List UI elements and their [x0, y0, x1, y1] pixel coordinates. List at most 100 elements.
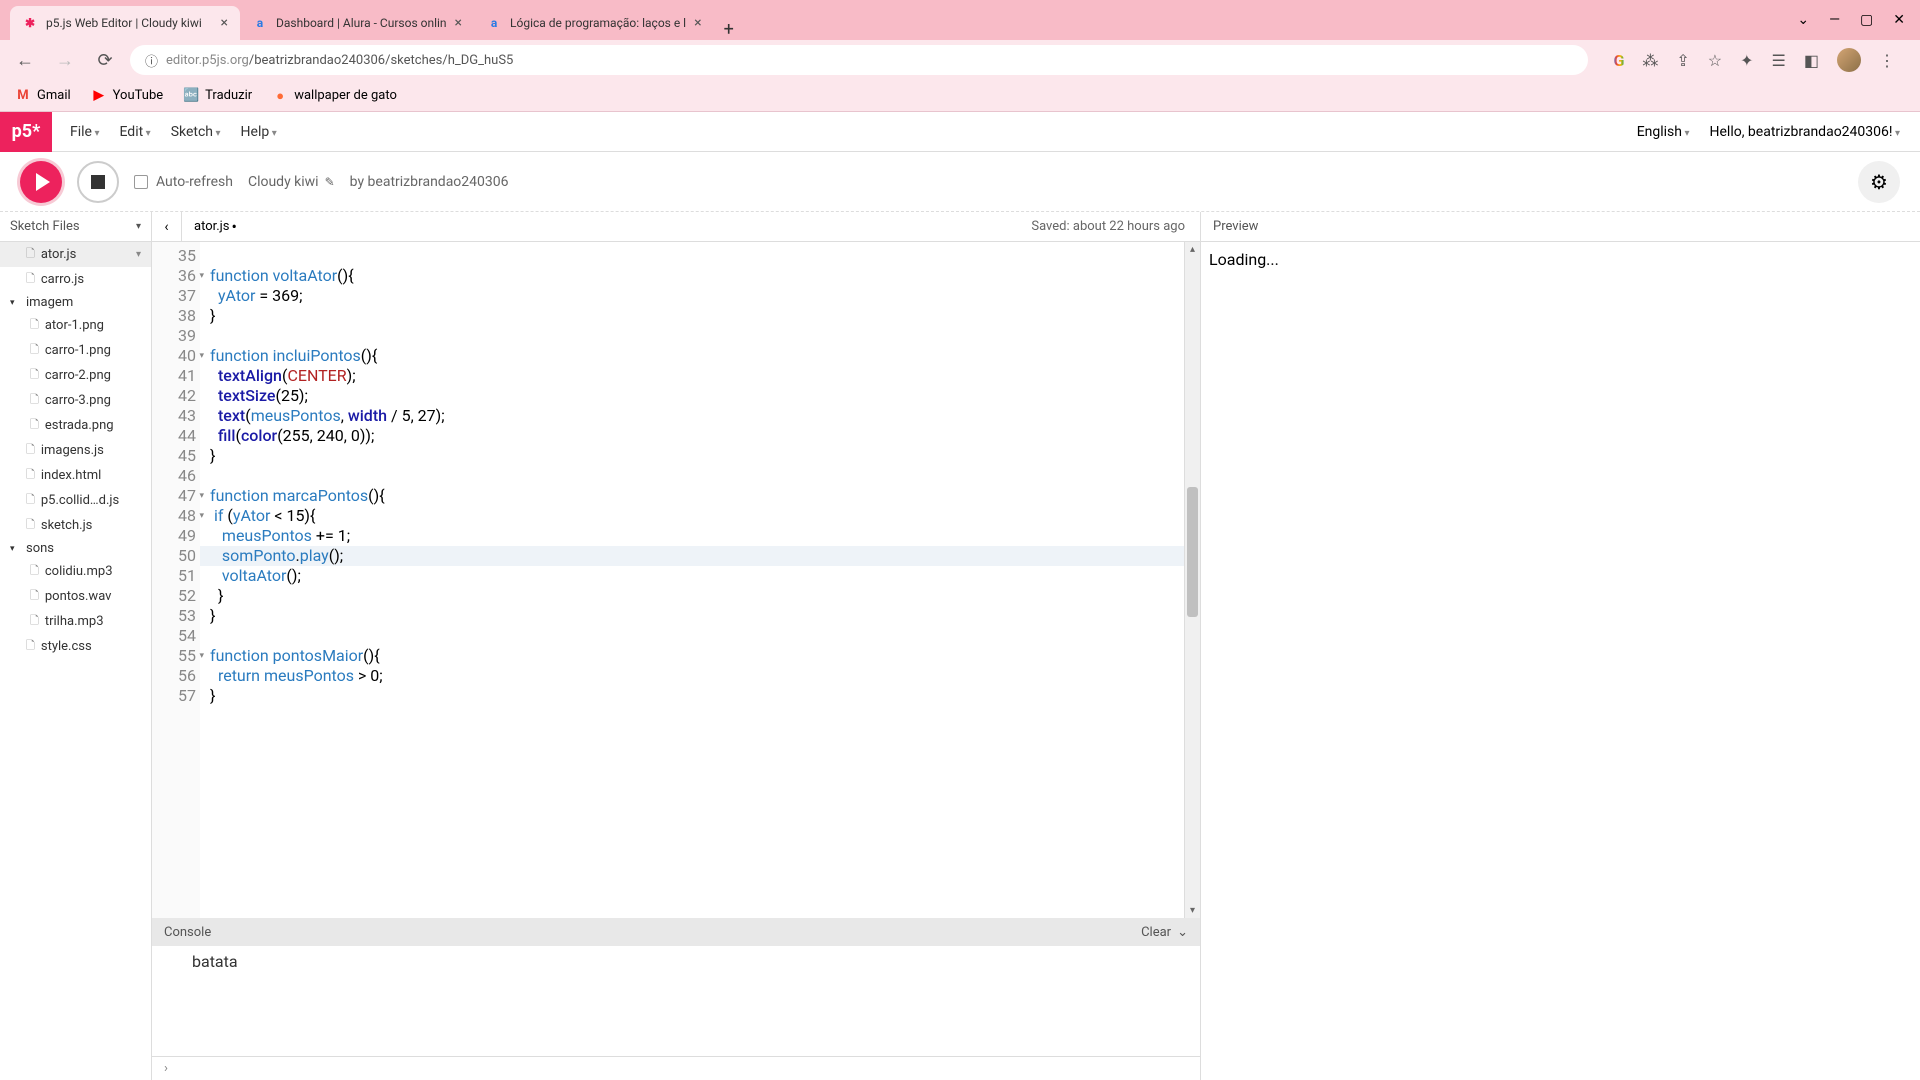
side-panel-icon[interactable]: ◧ — [1804, 51, 1819, 70]
new-tab-button[interactable]: + — [714, 19, 744, 40]
code-line[interactable]: return meusPontos > 0; — [210, 666, 1184, 686]
menu-icon[interactable]: ⋮ — [1879, 51, 1895, 70]
gear-icon[interactable]: ⚙ — [1858, 161, 1900, 203]
menu-edit[interactable]: Edit — [113, 116, 156, 148]
file-item[interactable]: 🗋colidiu.mp3 — [0, 559, 151, 584]
browser-tab[interactable]: aDashboard | Alura - Cursos onlin× — [240, 6, 474, 40]
checkbox-icon[interactable] — [134, 175, 148, 189]
code-line[interactable]: function incluiPontos(){ — [210, 346, 1184, 366]
maximize-button[interactable]: ▢ — [1860, 12, 1873, 28]
language-selector[interactable]: English — [1637, 124, 1690, 140]
forward-button[interactable]: → — [50, 50, 80, 71]
author-link[interactable]: beatrizbrandao240306 — [368, 174, 509, 190]
console-clear-button[interactable]: Clear ⌄ — [1141, 925, 1188, 940]
chevron-down-icon[interactable]: ▾ — [136, 221, 141, 232]
code-line[interactable]: function voltaAtor(){ — [210, 266, 1184, 286]
code-line[interactable]: function pontosMaior(){ — [210, 646, 1184, 666]
reload-button[interactable]: ⟳ — [90, 50, 120, 71]
file-item[interactable]: 🗋ator-1.png — [0, 313, 151, 338]
stop-button[interactable] — [77, 161, 119, 203]
bookmark-item[interactable]: 🔤Traduzir — [183, 88, 252, 104]
code-content[interactable]: function voltaAtor(){ yAtor = 369;} funct… — [200, 242, 1184, 918]
extensions-icon[interactable]: ✦ — [1740, 51, 1753, 70]
code-line[interactable] — [210, 246, 1184, 266]
bookmark-star-icon[interactable]: ☆ — [1708, 51, 1722, 70]
tab-title: Lógica de programação: laços e l — [510, 16, 686, 30]
close-tab-icon[interactable]: × — [455, 15, 462, 31]
code-line[interactable]: somPonto.play(); — [200, 546, 1184, 566]
bookmark-item[interactable]: ●wallpaper de gato — [272, 88, 397, 104]
file-item[interactable]: 🗋index.html — [0, 463, 151, 488]
profile-avatar[interactable] — [1837, 48, 1861, 72]
site-info-icon[interactable]: ⓘ — [145, 51, 158, 70]
code-line[interactable]: } — [210, 306, 1184, 326]
close-tab-icon[interactable]: × — [694, 15, 701, 31]
chevron-down-icon[interactable]: ⌄ — [1177, 925, 1188, 940]
scroll-thumb[interactable] — [1187, 487, 1198, 617]
menu-help[interactable]: Help — [235, 116, 283, 148]
file-item[interactable]: 🗋pontos.wav — [0, 584, 151, 609]
folder-item[interactable]: ▾imagem — [0, 292, 151, 313]
menu-file[interactable]: File — [64, 116, 105, 148]
folder-item[interactable]: ▾sons — [0, 538, 151, 559]
back-button[interactable]: ← — [10, 50, 40, 71]
editor-tab[interactable]: ator.js• — [182, 212, 249, 241]
chevron-down-icon[interactable]: ⌄ — [1797, 12, 1809, 28]
auto-refresh-toggle[interactable]: Auto-refresh — [134, 174, 233, 190]
browser-tab[interactable]: ✱p5.js Web Editor | Cloudy kiwi× — [10, 6, 240, 40]
scrollbar[interactable]: ▴ ▾ — [1184, 242, 1200, 918]
share-icon[interactable]: ⇪ — [1676, 51, 1689, 70]
code-line[interactable] — [210, 466, 1184, 486]
line-number: 54 — [152, 626, 196, 646]
translate-icon[interactable]: ⁂ — [1642, 51, 1658, 70]
menu-sketch[interactable]: Sketch — [165, 116, 227, 148]
code-line[interactable]: yAtor = 369; — [210, 286, 1184, 306]
user-menu[interactable]: Hello, beatrizbrandao240306! — [1710, 124, 1901, 140]
play-button[interactable] — [20, 161, 62, 203]
code-line[interactable]: } — [210, 446, 1184, 466]
code-line[interactable]: } — [210, 606, 1184, 626]
code-line[interactable]: voltaAtor(); — [210, 566, 1184, 586]
file-item[interactable]: 🗋carro-1.png — [0, 338, 151, 363]
file-item[interactable]: 🗋ator.js▾ — [0, 242, 151, 267]
close-window-button[interactable]: ✕ — [1893, 12, 1905, 28]
file-item[interactable]: 🗋carro.js — [0, 267, 151, 292]
close-tab-icon[interactable]: × — [221, 15, 228, 31]
console-input[interactable]: › — [152, 1056, 1200, 1080]
pencil-icon[interactable]: ✎ — [325, 175, 335, 189]
code-line[interactable]: } — [210, 686, 1184, 706]
code-line[interactable]: meusPontos += 1; — [210, 526, 1184, 546]
scroll-down-icon[interactable]: ▾ — [1185, 905, 1200, 916]
code-editor[interactable]: 3536▾37383940▾41424344454647▾48▾49505152… — [152, 242, 1200, 918]
file-item[interactable]: 🗋estrada.png — [0, 413, 151, 438]
code-line[interactable]: function marcaPontos(){ — [210, 486, 1184, 506]
google-icon[interactable]: G — [1613, 51, 1624, 70]
file-item[interactable]: 🗋style.css — [0, 634, 151, 659]
file-item[interactable]: 🗋trilha.mp3 — [0, 609, 151, 634]
code-line[interactable]: fill(color(255, 240, 0)); — [210, 426, 1184, 446]
code-line[interactable]: } — [210, 586, 1184, 606]
sidebar-header[interactable]: Sketch Files ▾ — [0, 212, 151, 242]
collapse-sidebar-button[interactable]: ‹ — [152, 212, 182, 241]
file-item[interactable]: 🗋imagens.js — [0, 438, 151, 463]
file-item[interactable]: 🗋carro-3.png — [0, 388, 151, 413]
file-item[interactable]: 🗋sketch.js — [0, 513, 151, 538]
p5-logo[interactable]: p5* — [0, 112, 52, 152]
line-number: 57 — [152, 686, 196, 706]
chevron-down-icon[interactable]: ▾ — [136, 249, 141, 260]
code-line[interactable]: if (yAtor < 15){ — [210, 506, 1184, 526]
code-line[interactable]: textSize(25); — [210, 386, 1184, 406]
code-line[interactable] — [210, 326, 1184, 346]
bookmark-item[interactable]: ▶YouTube — [91, 88, 164, 104]
url-input[interactable]: ⓘ editor.p5js.org/beatrizbrandao240306/s… — [130, 45, 1588, 75]
reading-list-icon[interactable]: ☰ — [1772, 51, 1786, 70]
browser-tab[interactable]: aLógica de programação: laços e l× — [474, 6, 714, 40]
minimize-button[interactable]: — — [1829, 12, 1840, 28]
file-item[interactable]: 🗋p5.collid…d.js — [0, 488, 151, 513]
code-line[interactable]: text(meusPontos, width / 5, 27); — [210, 406, 1184, 426]
code-line[interactable]: textAlign(CENTER); — [210, 366, 1184, 386]
file-item[interactable]: 🗋carro-2.png — [0, 363, 151, 388]
bookmark-item[interactable]: MGmail — [15, 88, 71, 104]
scroll-up-icon[interactable]: ▴ — [1185, 244, 1200, 255]
code-line[interactable] — [210, 626, 1184, 646]
